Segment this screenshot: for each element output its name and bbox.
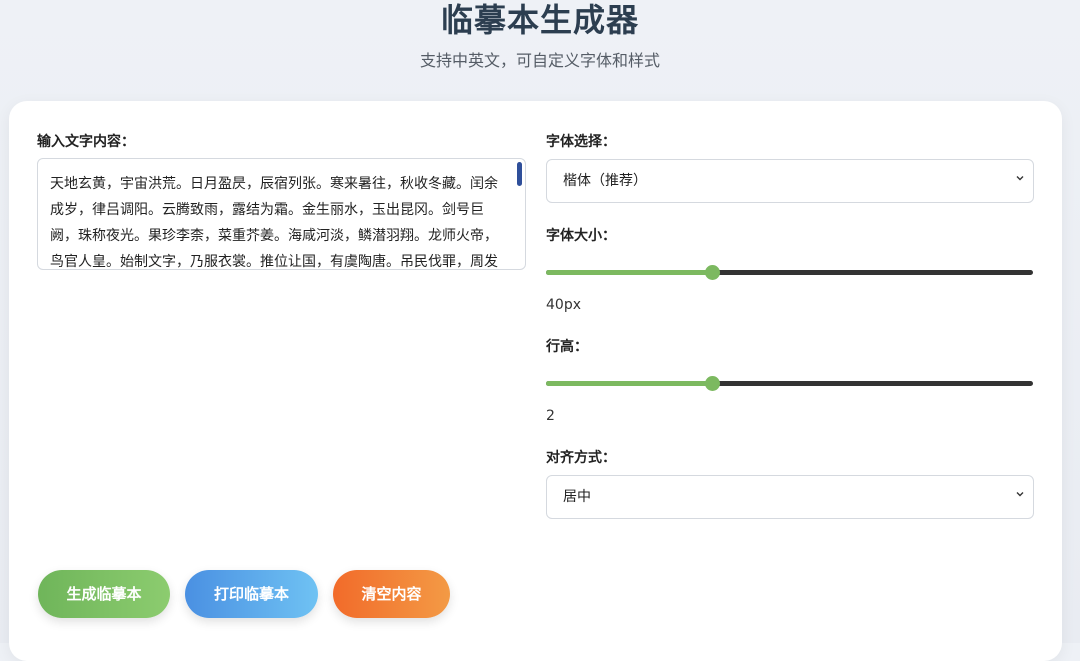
page-subtitle: 支持中英文，可自定义字体和样式 — [419, 51, 660, 70]
slider-fill — [546, 381, 712, 386]
line-height-slider[interactable] — [546, 373, 1033, 393]
line-height-value: 2 — [546, 408, 555, 424]
font-size-value: 40px — [546, 297, 581, 313]
slider-fill — [546, 270, 712, 275]
print-button[interactable]: 打印临摹本 — [185, 570, 318, 618]
align-select[interactable]: 居中 — [546, 475, 1034, 519]
align-select-label: 对齐方式： — [546, 450, 616, 466]
font-size-slider[interactable] — [546, 262, 1033, 282]
slider-thumb[interactable] — [704, 376, 720, 391]
font-select-value: 楷体（推荐） — [563, 173, 647, 189]
text-input[interactable]: 天地玄黄，宇宙洪荒。日月盈昃，辰宿列张。寒来暑往，秋收冬藏。闰余成岁，律吕调阳。… — [37, 158, 526, 270]
generate-button[interactable]: 生成临摹本 — [38, 570, 170, 618]
page-title: 临摹本生成器 — [440, 1, 639, 39]
align-select-value: 居中 — [563, 489, 591, 505]
font-select-label: 字体选择： — [546, 134, 616, 150]
text-input-scrollbar[interactable] — [517, 162, 522, 186]
text-input-label: 输入文字内容： — [37, 134, 135, 150]
line-height-label: 行高： — [546, 339, 588, 355]
slider-thumb[interactable] — [704, 265, 720, 280]
chevron-down-icon — [1016, 176, 1024, 181]
chevron-down-icon — [1016, 492, 1024, 497]
font-size-label: 字体大小： — [546, 228, 616, 244]
clear-button[interactable]: 清空内容 — [333, 570, 450, 618]
font-select[interactable]: 楷体（推荐） — [546, 159, 1034, 203]
text-input-value: 天地玄黄，宇宙洪荒。日月盈昃，辰宿列张。寒来暑往，秋收冬藏。闰余成岁，律吕调阳。… — [50, 176, 498, 270]
